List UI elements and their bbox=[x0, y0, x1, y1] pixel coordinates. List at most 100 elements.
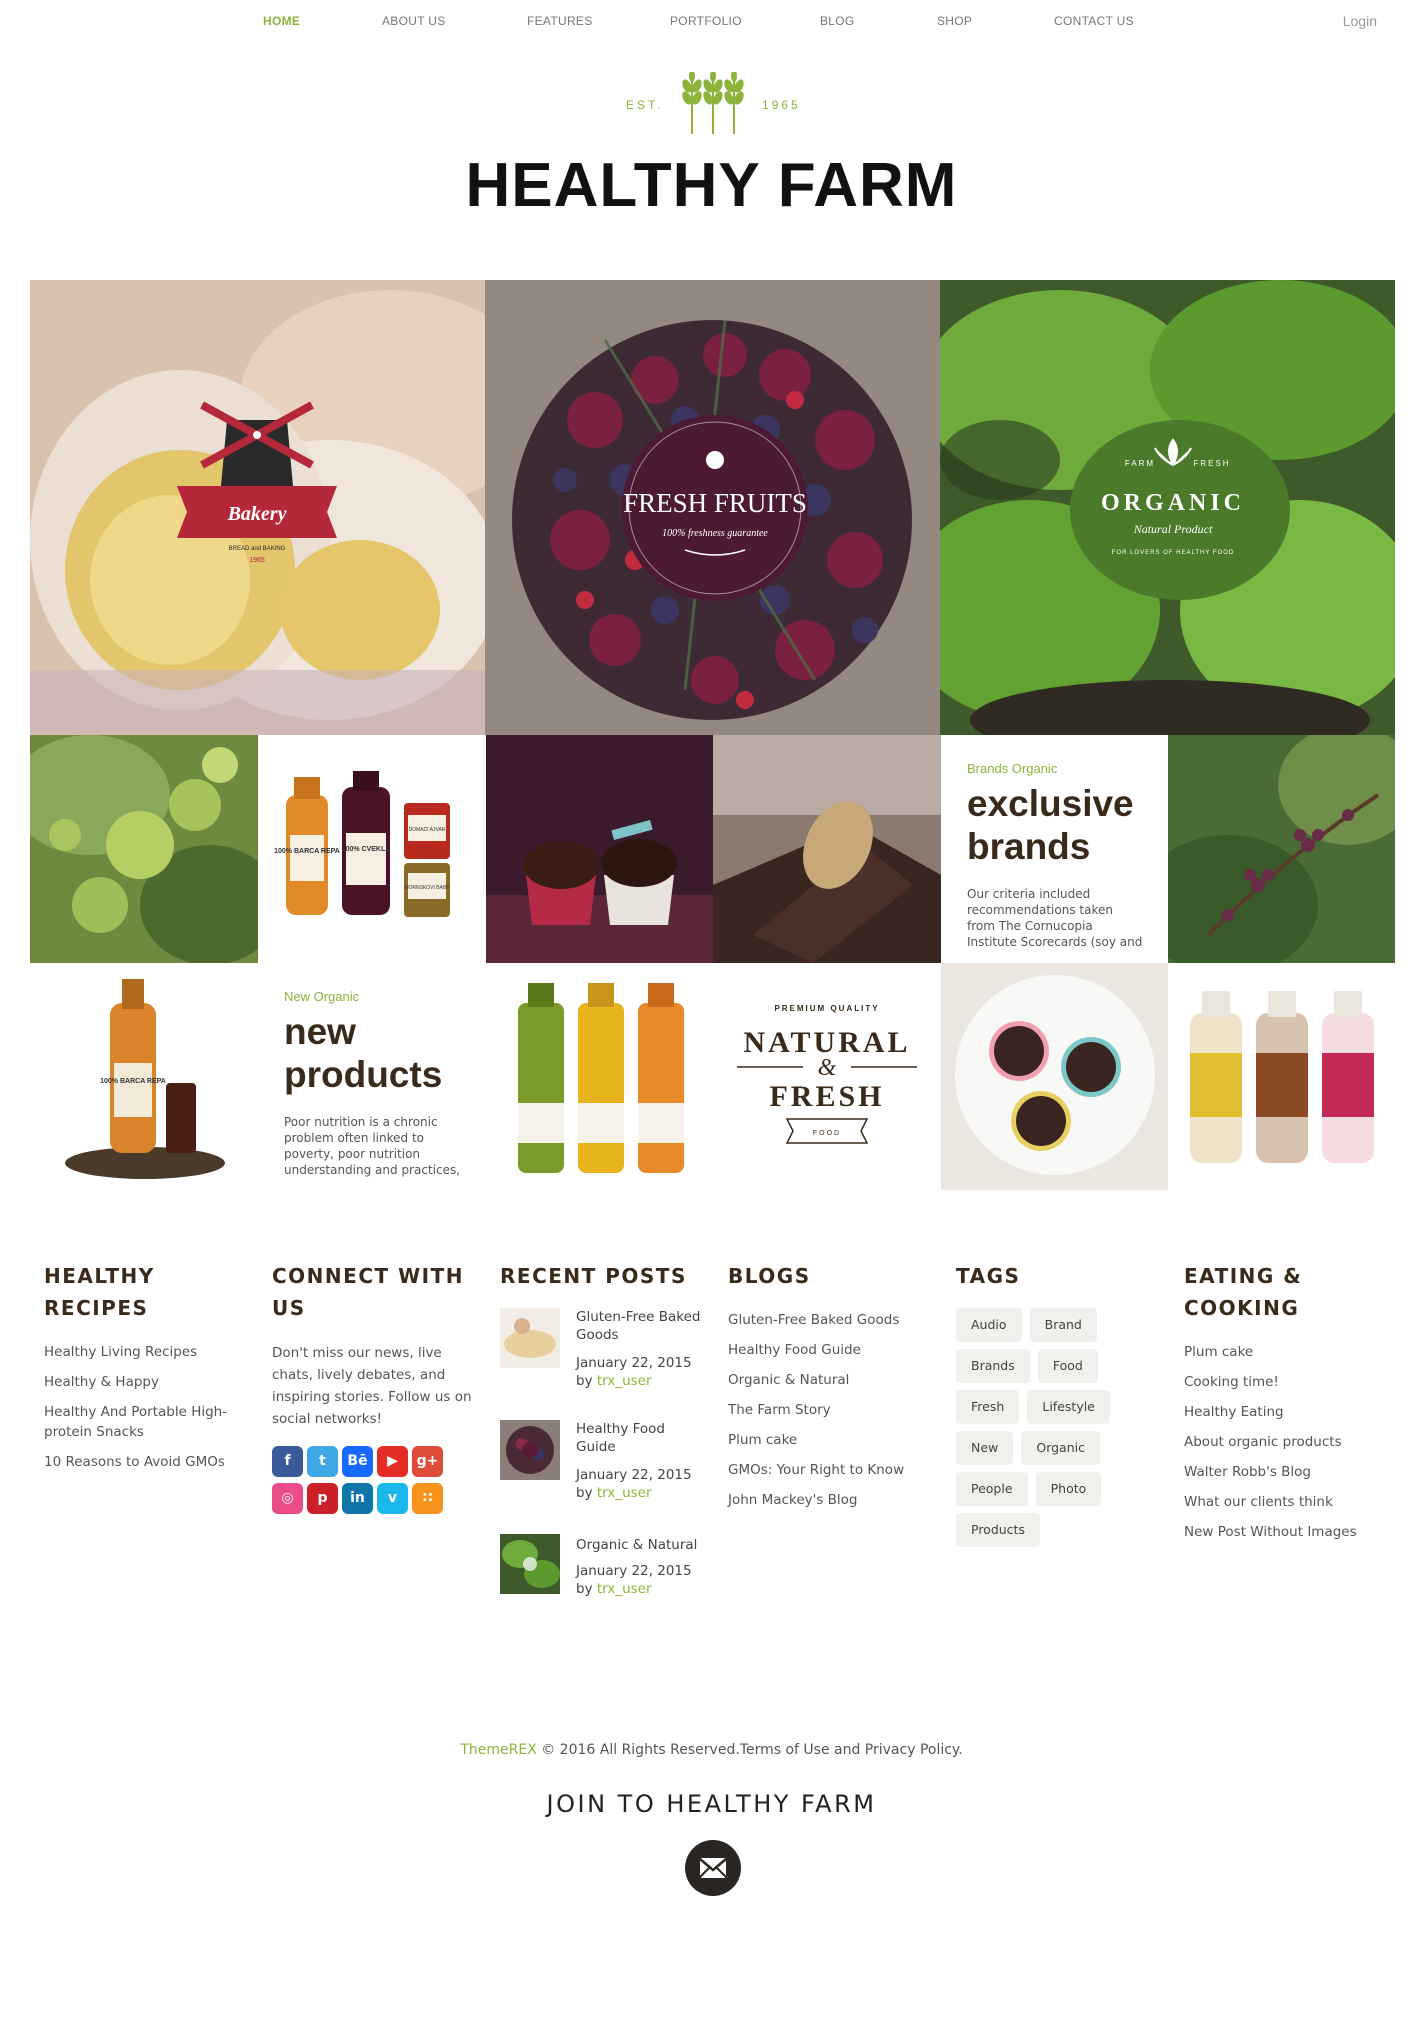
behance-icon[interactable]: Bē bbox=[342, 1446, 373, 1477]
social-icons: f t Bē ▶ g+ ◎ p in v ∷ bbox=[272, 1446, 462, 1520]
tag-new[interactable]: New bbox=[956, 1431, 1014, 1465]
jar-label-3: DOMACI AJVAR bbox=[409, 827, 446, 833]
tag-organic[interactable]: Organic bbox=[1021, 1431, 1100, 1465]
year-label: 1965 bbox=[762, 98, 801, 112]
list-item[interactable]: The Farm Story bbox=[728, 1400, 928, 1420]
post-author[interactable]: trx_user bbox=[597, 1581, 652, 1597]
dribbble-icon[interactable]: ◎ bbox=[272, 1483, 303, 1514]
berry-branch-tile[interactable] bbox=[1168, 735, 1395, 963]
subscribe-button[interactable] bbox=[685, 1840, 741, 1896]
list-item[interactable]: Organic & Natural bbox=[728, 1370, 928, 1390]
chocolate-tile[interactable] bbox=[713, 735, 941, 963]
tag-food[interactable]: Food bbox=[1037, 1349, 1098, 1383]
post-thumbnail[interactable] bbox=[500, 1308, 560, 1368]
nav-item-features[interactable]: FEATURES bbox=[527, 14, 593, 28]
organic-tile[interactable]: FARM FRESH ORGANIC Natural Product FOR L… bbox=[940, 280, 1395, 735]
rss-icon[interactable]: ∷ bbox=[412, 1483, 443, 1514]
join-heading: JOIN TO HEALTHY FARM bbox=[546, 1790, 877, 1818]
tag-products[interactable]: Products bbox=[956, 1513, 1040, 1547]
tag-photo[interactable]: Photo bbox=[1035, 1472, 1102, 1506]
bakery-small: BREAD and BAKING bbox=[229, 546, 286, 552]
jar-label-2: 100% CVEKLA bbox=[342, 846, 391, 853]
youtube-icon[interactable]: ▶ bbox=[377, 1446, 408, 1477]
fresh-fruits-tile[interactable]: FRESH FRUITS 100% freshness guarantee bbox=[485, 280, 940, 735]
est-label: EST. bbox=[626, 98, 664, 112]
post-meta: January 22, 2015 by trx_user bbox=[576, 1354, 706, 1390]
muffins-image bbox=[941, 963, 1168, 1190]
list-item[interactable]: Plum cake bbox=[728, 1430, 928, 1450]
list-item[interactable]: Healthy And Portable High-protein Snacks bbox=[44, 1402, 244, 1442]
list-item[interactable]: GMOs: Your Right to Know bbox=[728, 1460, 928, 1480]
themerex-link[interactable]: ThemeREX bbox=[460, 1742, 536, 1758]
natural-fresh-tile[interactable]: PREMIUM QUALITY NATURAL & FRESH FOOD bbox=[713, 963, 941, 1190]
tag-lifestyle[interactable]: Lifestyle bbox=[1027, 1390, 1110, 1424]
list-item[interactable]: What our clients think bbox=[1184, 1492, 1384, 1512]
nav-item-shop[interactable]: SHOP bbox=[937, 14, 972, 28]
list-item[interactable]: Walter Robb's Blog bbox=[1184, 1462, 1384, 1482]
linkedin-icon[interactable]: in bbox=[342, 1483, 373, 1514]
bottle-tile[interactable]: 100% BARCA REPA bbox=[30, 963, 258, 1190]
nav-item-blog[interactable]: BLOG bbox=[820, 14, 855, 28]
recent-post[interactable]: Organic & Natural January 22, 2015 by tr… bbox=[500, 1534, 710, 1604]
main-navigation: HOME ABOUT US FEATURES PORTFOLIO BLOG SH… bbox=[0, 0, 1423, 44]
nav-item-portfolio[interactable]: PORTFOLIO bbox=[670, 14, 742, 28]
post-title[interactable]: Gluten-Free Baked Goods bbox=[576, 1308, 706, 1344]
jars-tile[interactable]: 100% BARCA REPA 100% CVEKLA DOMACI AJVAR… bbox=[258, 735, 486, 963]
recent-post[interactable]: Gluten-Free Baked Goods January 22, 2015… bbox=[500, 1308, 710, 1389]
nav-item-about-us[interactable]: ABOUT US bbox=[382, 14, 446, 28]
bottle-image: 100% BARCA REPA bbox=[30, 963, 258, 1190]
tag-fresh[interactable]: Fresh bbox=[956, 1390, 1020, 1424]
post-thumbnail[interactable] bbox=[500, 1420, 560, 1480]
cupcakes-tile[interactable] bbox=[486, 735, 713, 963]
milk-bottles-tile[interactable] bbox=[1168, 963, 1395, 1190]
nav-item-home[interactable]: HOME bbox=[263, 14, 300, 28]
widget-title: EATING & COOKING bbox=[1184, 1264, 1303, 1320]
list-item[interactable]: Healthy Eating bbox=[1184, 1402, 1384, 1422]
recent-post[interactable]: Healthy Food Guide January 22, 2015 by t… bbox=[500, 1420, 710, 1501]
widget-title: RECENT POSTS bbox=[500, 1264, 687, 1288]
widget-title: TAGS bbox=[956, 1264, 1021, 1288]
list-item[interactable]: Plum cake bbox=[1184, 1342, 1384, 1362]
list-item[interactable]: Healthy Living Recipes bbox=[44, 1342, 244, 1362]
list-item[interactable]: Cooking time! bbox=[1184, 1372, 1384, 1392]
juices-tile[interactable] bbox=[486, 963, 713, 1190]
facebook-icon[interactable]: f bbox=[272, 1446, 303, 1477]
tag-brand[interactable]: Brand bbox=[1029, 1308, 1097, 1342]
apples-tile[interactable] bbox=[30, 735, 258, 963]
post-title[interactable]: Organic & Natural bbox=[576, 1536, 706, 1554]
exclusive-brands-kicker: Brands Organic bbox=[967, 761, 1058, 776]
pinterest-icon[interactable]: p bbox=[307, 1483, 338, 1514]
google-plus-icon[interactable]: g+ bbox=[412, 1446, 443, 1477]
list-item[interactable]: New Post Without Images bbox=[1184, 1522, 1384, 1542]
tag-brands[interactable]: Brands bbox=[956, 1349, 1030, 1383]
new-products-tile[interactable]: New Organic new products Poor nutrition … bbox=[258, 963, 486, 1190]
exclusive-brands-tile[interactable]: Brands Organic exclusive brands Our crit… bbox=[941, 735, 1168, 963]
post-by: by bbox=[576, 1485, 593, 1501]
list-item[interactable]: 10 Reasons to Avoid GMOs bbox=[44, 1452, 244, 1472]
post-author[interactable]: trx_user bbox=[597, 1485, 652, 1501]
jar-label-1: 100% BARCA REPA bbox=[274, 848, 340, 855]
fresh-fruits-title: FRESH FRUITS bbox=[623, 488, 807, 518]
bakery-tile[interactable]: Bakery BREAD and BAKING 1965 bbox=[30, 280, 485, 735]
list-item[interactable]: Gluten-Free Baked Goods bbox=[728, 1310, 928, 1330]
envelope-icon bbox=[699, 1858, 727, 1878]
twitter-icon[interactable]: t bbox=[307, 1446, 338, 1477]
list-item[interactable]: John Mackey's Blog bbox=[728, 1490, 928, 1510]
tag-audio[interactable]: Audio bbox=[956, 1308, 1022, 1342]
post-title[interactable]: Healthy Food Guide bbox=[576, 1420, 706, 1456]
tag-people[interactable]: People bbox=[956, 1472, 1028, 1506]
muffins-tile[interactable] bbox=[941, 963, 1168, 1190]
widget-title: CONNECT WITH US bbox=[272, 1264, 464, 1320]
vimeo-icon[interactable]: v bbox=[377, 1483, 408, 1514]
post-author[interactable]: trx_user bbox=[597, 1373, 652, 1389]
login-link[interactable]: Login bbox=[1343, 13, 1377, 29]
nav-item-contact-us[interactable]: CONTACT US bbox=[1054, 14, 1134, 28]
copyright-text: © 2016 All Rights Reserved.Terms of Use … bbox=[536, 1742, 963, 1758]
copyright: ThemeREX © 2016 All Rights Reserved.Term… bbox=[0, 1742, 1423, 1758]
new-products-heading: new products bbox=[284, 1011, 443, 1095]
berry-branch-image bbox=[1168, 735, 1395, 963]
list-item[interactable]: About organic products bbox=[1184, 1432, 1384, 1452]
list-item[interactable]: Healthy Food Guide bbox=[728, 1340, 928, 1360]
list-item[interactable]: Healthy & Happy bbox=[44, 1372, 244, 1392]
post-thumbnail[interactable] bbox=[500, 1534, 560, 1594]
